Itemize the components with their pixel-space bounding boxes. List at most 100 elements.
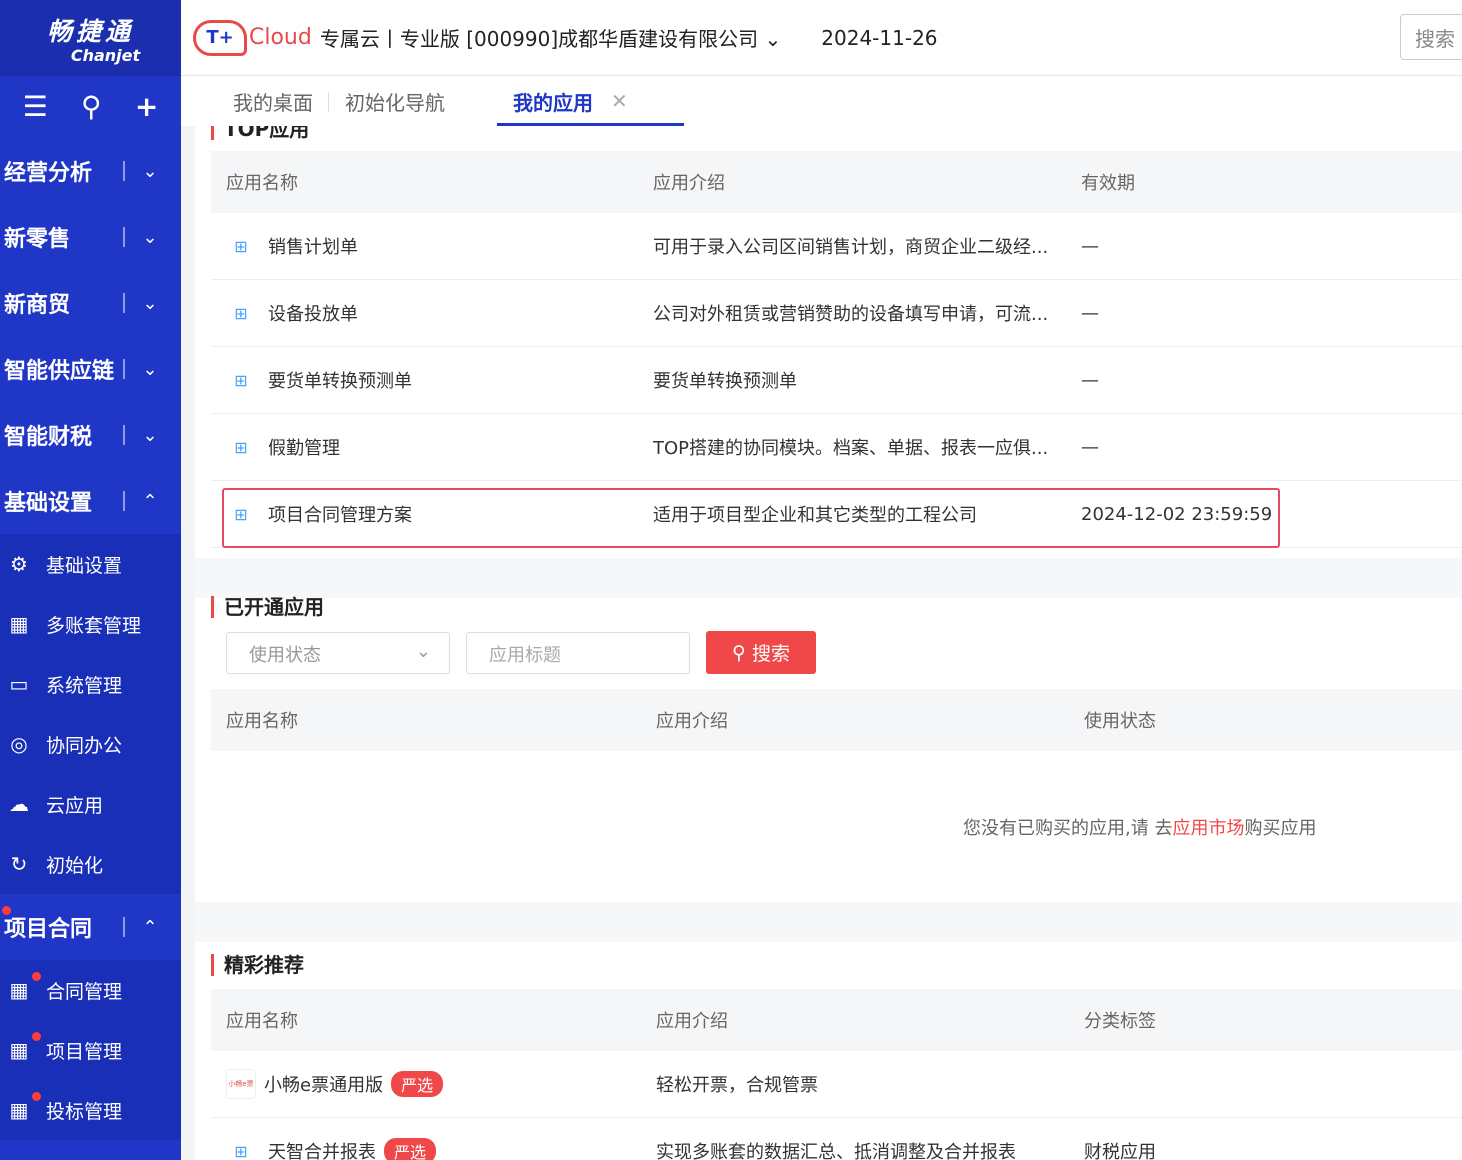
sidebar-item-label: 初始化 [46,854,104,877]
table-row[interactable]: ⊞ 假勤管理 TOP搭建的协同模块。档案、单据、报表一应俱... — [211,414,1462,481]
section-title-opened-apps: 已开通应用 [211,596,324,618]
chevron-down-icon[interactable]: ⌄ [137,161,163,182]
empty-prefix: 您没有已购买的应用,请 去 [963,818,1173,839]
app-icon: ⊞ [234,370,248,390]
chevron-down-icon[interactable]: ⌄ [137,227,163,248]
app-description: 可用于录入公司区间销售计划，商贸企业二级经... [653,237,1049,258]
app-title-input[interactable]: 应用标题 [466,632,690,674]
sidebar-item-label: 云应用 [46,794,104,817]
grid-icon: ▦ [9,1098,29,1122]
monitor-icon: ▭ [9,672,29,696]
table-row[interactable]: ⊞ 要货单转换预测单 要货单转换预测单 — [211,347,1462,414]
section-title-top-apps: TOP应用 [211,126,309,140]
app-description: 公司对外租赁或营销赞助的设备填写申请，可流... [653,304,1049,325]
divider [123,227,125,247]
sidebar-group-new-trade[interactable]: 新商贸 ⌄ [0,270,181,336]
notification-dot [32,972,41,981]
section-divider [195,558,1462,598]
menu-icon[interactable]: ☰ [23,93,48,121]
sidebar-item-contract-management[interactable]: ▦ 合同管理 [0,960,181,1020]
global-search-input[interactable]: 搜索 [1400,14,1462,60]
tab-my-apps[interactable]: 我的应用 ✕ [497,76,684,126]
app-name[interactable]: 销售计划单 [268,233,358,259]
featured-badge: 严选 [391,1071,444,1097]
sidebar-item-label: 协同办公 [46,734,123,757]
tab-label: 我的应用 [513,90,593,115]
basic-settings-submenu: ⚙ 基础设置 ▦ 多账套管理 ▭ 系统管理 ◎ 协同办公 ☁ 云应用 ↻ 初始化 [0,534,181,894]
notification-dot [32,1032,41,1041]
chevron-down-icon[interactable]: ⌄ [137,359,163,380]
sidebar-group-new-retail[interactable]: 新零售 ⌄ [0,204,181,270]
search-button-label: 搜索 [751,643,790,665]
tplus-logo-icon: T+ [193,19,247,56]
app-icon: ⊞ [234,437,248,457]
sidebar-item-label: 多账套管理 [46,614,142,637]
sidebar-group-label: 智能供应链 [4,359,115,384]
app-name[interactable]: 设备投放单 [268,300,358,326]
sidebar-item-collaboration[interactable]: ◎ 协同办公 [0,714,181,774]
empty-state-message: 您没有已购买的应用,请 去应用市场购买应用 [963,814,1316,840]
chevron-up-icon[interactable]: ⌃ [137,917,163,938]
tab-my-desktop[interactable]: 我的桌面 [217,76,329,126]
app-category: 财税应用 [1084,1142,1156,1160]
sidebar: 畅捷通 Chanjet ☰ ⚲ + 经营分析 ⌄ 新零售 ⌄ 新商贸 ⌄ 智能供… [0,0,181,1160]
highlight-box [222,488,1280,548]
table-header: 应用名称 应用介绍 分类标签 [211,989,1462,1051]
chevron-down-icon[interactable]: ⌄ [137,425,163,446]
app-name[interactable]: 要货单转换预测单 [268,367,412,393]
sidebar-item-label: 合同管理 [46,980,123,1003]
sidebar-group-analysis[interactable]: 经营分析 ⌄ [0,138,181,204]
sidebar-group-finance-tax[interactable]: 智能财税 ⌄ [0,402,181,468]
column-header: 有效期 [1081,173,1135,194]
sidebar-group-basic-settings[interactable]: 基础设置 ⌃ [0,468,181,534]
brand-logo[interactable]: 畅捷通 Chanjet [0,0,181,76]
sidebar-item-initialize[interactable]: ↻ 初始化 [0,834,181,894]
table-row[interactable]: ⊞ 天智合并报表 严选 实现多账套的数据汇总、抵消调整及合并报表 财税应用 [211,1118,1462,1160]
tplus-cloud-logo: T+ Cloud [193,19,312,56]
usage-status-select[interactable]: 使用状态 ⌄ [226,632,450,674]
app-name[interactable]: 天智合并报表 [268,1138,376,1160]
sidebar-item-system-management[interactable]: ▭ 系统管理 [0,654,181,714]
chevron-up-icon[interactable]: ⌃ [137,491,163,512]
divider [123,293,125,313]
sidebar-item-basic-settings[interactable]: ⚙ 基础设置 [0,534,181,594]
sidebar-item-bid-management[interactable]: ▦ 投标管理 [0,1080,181,1140]
sidebar-group-project-contract[interactable]: 项目合同 ⌃ [0,894,181,960]
top-bar: T+ Cloud 专属云丨专业版 [000990]成都华盾建设有限公司 ⌄ 20… [181,0,1462,76]
project-contract-submenu: ▦ 合同管理 ▦ 项目管理 ▦ 投标管理 [0,960,181,1140]
add-icon[interactable]: + [135,93,158,121]
company-selector[interactable]: 专属云丨专业版 [000990]成都华盾建设有限公司 ⌄ [320,23,781,52]
sidebar-item-multi-account[interactable]: ▦ 多账套管理 [0,594,181,654]
app-validity: — [1081,436,1099,458]
grid-icon: ▦ [9,978,29,1002]
search-icon[interactable]: ⚲ [81,93,102,121]
close-icon[interactable]: ✕ [611,89,628,113]
empty-suffix: 购买应用 [1244,818,1317,839]
sidebar-group-label: 新零售 [4,227,71,252]
divider [123,917,125,937]
search-button[interactable]: ⚲ 搜索 [706,631,816,674]
sidebar-group-label: 基础设置 [4,491,93,516]
table-header: 应用名称 应用介绍 有效期 [211,151,1462,213]
sidebar-item-cloud-apps[interactable]: ☁ 云应用 [0,774,181,834]
chevron-down-icon: ⌄ [415,641,431,662]
table-row[interactable]: 小畅e票 小畅e票通用版 严选 轻松开票，合规管票 [211,1051,1462,1118]
divider [123,359,125,379]
table-row[interactable]: ⊞ 销售计划单 可用于录入公司区间销售计划，商贸企业二级经... — [211,213,1462,280]
search-icon: ⚲ [732,641,746,664]
app-name[interactable]: 小畅e票通用版 [264,1071,383,1097]
sidebar-item-project-management[interactable]: ▦ 项目管理 [0,1020,181,1080]
app-market-link[interactable]: 应用市场 [1172,818,1244,839]
column-header: 使用状态 [1084,711,1156,732]
table-row[interactable]: ⊞ 设备投放单 公司对外租赁或营销赞助的设备填写申请，可流... — [211,280,1462,347]
sidebar-group-supply-chain[interactable]: 智能供应链 ⌄ [0,336,181,402]
sidebar-group-label: 新商贸 [4,293,71,318]
app-description: 轻松开票，合规管票 [656,1075,818,1096]
column-header: 应用名称 [226,173,298,194]
app-name[interactable]: 假勤管理 [268,434,340,460]
chevron-down-icon[interactable]: ⌄ [137,293,163,314]
notification-dot [32,1092,41,1101]
column-header: 应用名称 [226,1011,298,1032]
sidebar-item-label: 系统管理 [46,674,123,697]
tab-init-navigation[interactable]: 初始化导航 [329,76,461,126]
